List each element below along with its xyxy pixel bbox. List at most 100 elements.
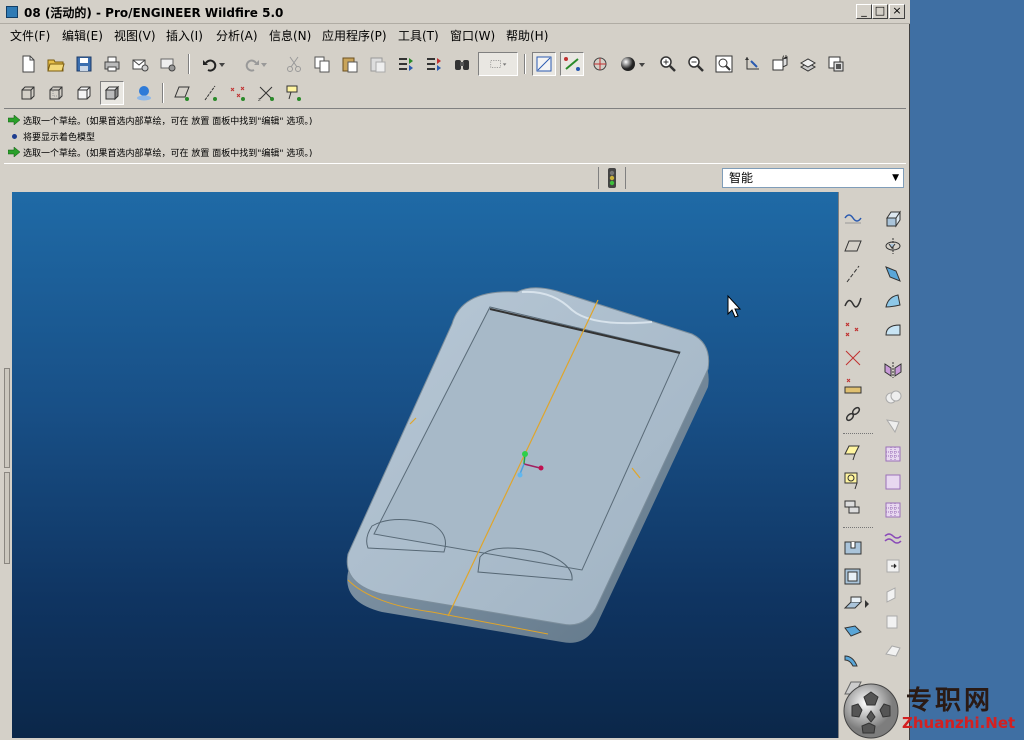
title-bar[interactable]: 08 (活动的) - Pro/ENGINEER Wildfire 5.0 _ □… xyxy=(0,0,910,24)
round-tool-icon[interactable] xyxy=(841,648,865,672)
shrinkwrap-icon[interactable] xyxy=(841,468,865,492)
datum-axes-display-icon[interactable] xyxy=(560,52,584,76)
green-arrow-icon xyxy=(8,147,20,157)
paste-icon[interactable] xyxy=(338,52,362,76)
navigator-dock xyxy=(2,192,12,738)
refit-icon[interactable] xyxy=(712,52,736,76)
datum-planes-display-icon[interactable] xyxy=(532,52,556,76)
message-line: 将要显示着色模型 xyxy=(8,129,95,143)
paste-special-icon[interactable] xyxy=(366,52,390,76)
send-link-icon[interactable] xyxy=(156,52,180,76)
draft-tool-icon[interactable] xyxy=(841,620,865,644)
copy-geometry-icon[interactable] xyxy=(841,440,865,464)
zoom-out-icon[interactable] xyxy=(684,52,708,76)
chain-curve-icon[interactable] xyxy=(841,402,865,426)
new-file-icon[interactable] xyxy=(16,52,40,76)
intersect-tool-icon[interactable] xyxy=(881,610,905,634)
app-icon xyxy=(6,6,18,18)
menu-tools[interactable]: 工具(T) xyxy=(398,27,439,44)
coordinate-system-tool-icon[interactable] xyxy=(841,346,865,370)
toolbar-separator xyxy=(188,54,190,74)
regenerate-icon[interactable] xyxy=(394,52,418,76)
undo-dropdown-icon[interactable] xyxy=(216,52,228,76)
status-bar: 智能 ▼ xyxy=(4,165,906,191)
selection-filter-box-icon[interactable] xyxy=(478,52,518,76)
datum-curve-tool-icon[interactable] xyxy=(841,290,865,314)
mirror-tool-icon[interactable] xyxy=(881,358,905,382)
annotation-tag-icon[interactable] xyxy=(282,81,306,105)
zoom-in-icon[interactable] xyxy=(656,52,680,76)
print-icon[interactable] xyxy=(100,52,124,76)
hole-tool-icon[interactable] xyxy=(841,536,865,560)
enhanced-realism-icon[interactable] xyxy=(132,81,156,105)
datum-point-tag-icon[interactable] xyxy=(226,81,250,105)
shell-tool-icon[interactable] xyxy=(841,564,865,588)
wrap-tool-icon[interactable] xyxy=(881,638,905,662)
navigator-toggle-handle[interactable] xyxy=(4,368,10,468)
menu-applications[interactable]: 应用程序(P) xyxy=(322,27,387,44)
regenerate-manager-icon[interactable] xyxy=(422,52,446,76)
shading-dropdown-icon[interactable] xyxy=(636,52,648,76)
saved-views-icon[interactable]: AB xyxy=(768,52,792,76)
style-tool-icon[interactable] xyxy=(881,318,905,342)
datum-axis-tag-icon[interactable] xyxy=(198,81,222,105)
green-arrow-icon xyxy=(8,115,20,125)
rib-dropdown-icon[interactable] xyxy=(861,592,873,616)
proe-window: 08 (活动的) - Pro/ENGINEER Wildfire 5.0 _ □… xyxy=(0,0,910,740)
extrude-tool-icon[interactable] xyxy=(881,206,905,230)
coord-sys-tag-icon[interactable]: z xyxy=(254,81,278,105)
datum-point-tool-icon[interactable] xyxy=(841,318,865,342)
menu-help[interactable]: 帮助(H) xyxy=(506,27,548,44)
wireframe-icon[interactable] xyxy=(16,81,40,105)
solidify-tool-icon[interactable] xyxy=(881,554,905,578)
analysis-feature-icon[interactable] xyxy=(841,374,865,398)
offset-tool-icon[interactable] xyxy=(881,498,905,522)
sketch-tool-icon[interactable] xyxy=(841,206,865,230)
pattern-grid-icon[interactable] xyxy=(881,442,905,466)
variable-sweep-icon[interactable] xyxy=(881,262,905,286)
trim-tool-icon[interactable] xyxy=(881,414,905,438)
open-folder-icon[interactable] xyxy=(44,52,68,76)
boundary-blend-icon[interactable] xyxy=(881,290,905,314)
menu-insert[interactable]: 插入(I) xyxy=(166,27,203,44)
thicken-tool-icon[interactable] xyxy=(881,526,905,550)
menu-info[interactable]: 信息(N) xyxy=(269,27,311,44)
redo-dropdown-icon[interactable] xyxy=(258,52,270,76)
menu-view[interactable]: 视图(V) xyxy=(114,27,156,44)
datum-plane-tool-icon[interactable] xyxy=(841,234,865,258)
maximize-button[interactable]: □ xyxy=(872,4,888,19)
copy-icon[interactable] xyxy=(310,52,334,76)
save-icon[interactable] xyxy=(72,52,96,76)
navigator-resize-handle[interactable] xyxy=(4,472,10,564)
graphics-viewport[interactable] xyxy=(12,192,838,738)
appearance-manager-icon[interactable] xyxy=(824,52,848,76)
merge-tool-icon[interactable] xyxy=(881,386,905,410)
selection-filter-value: 智能 xyxy=(729,171,754,185)
message-text: 选取一个草绘。(如果首选内部草绘，可在 放置 面板中找到"编辑" 选项。) xyxy=(23,148,313,159)
no-hidden-icon[interactable] xyxy=(72,81,96,105)
project-tool-icon[interactable] xyxy=(881,582,905,606)
menu-analysis[interactable]: 分析(A) xyxy=(216,27,258,44)
find-icon[interactable] xyxy=(450,52,474,76)
cut-icon[interactable] xyxy=(282,52,306,76)
hidden-line-icon[interactable] xyxy=(44,81,68,105)
site-watermark: 专职网 Zhuanzhi.Net xyxy=(840,680,1024,740)
menu-bar: 文件(F) 编辑(E) 视图(V) 插入(I) 分析(A) 信息(N) 应用程序… xyxy=(0,24,910,46)
minimize-button[interactable]: _ xyxy=(856,4,872,19)
spin-center-icon[interactable] xyxy=(588,52,612,76)
datum-plane-tag-icon[interactable] xyxy=(170,81,194,105)
traffic-light-icon[interactable] xyxy=(598,167,626,189)
menu-file[interactable]: 文件(F) xyxy=(10,27,50,44)
reorient-icon[interactable] xyxy=(740,52,764,76)
revolve-tool-icon[interactable] xyxy=(881,234,905,258)
menu-edit[interactable]: 编辑(E) xyxy=(62,27,103,44)
merge-inheritance-icon[interactable] xyxy=(841,496,865,520)
layers-icon[interactable] xyxy=(796,52,820,76)
send-mail-icon[interactable] xyxy=(128,52,152,76)
extend-tool-icon[interactable] xyxy=(881,470,905,494)
menu-window[interactable]: 窗口(W) xyxy=(450,27,495,44)
selection-filter-dropdown[interactable]: 智能 ▼ xyxy=(722,168,904,188)
datum-axis-tool-icon[interactable] xyxy=(841,262,865,286)
close-button[interactable]: × xyxy=(889,4,905,19)
shaded-icon[interactable] xyxy=(100,81,124,105)
